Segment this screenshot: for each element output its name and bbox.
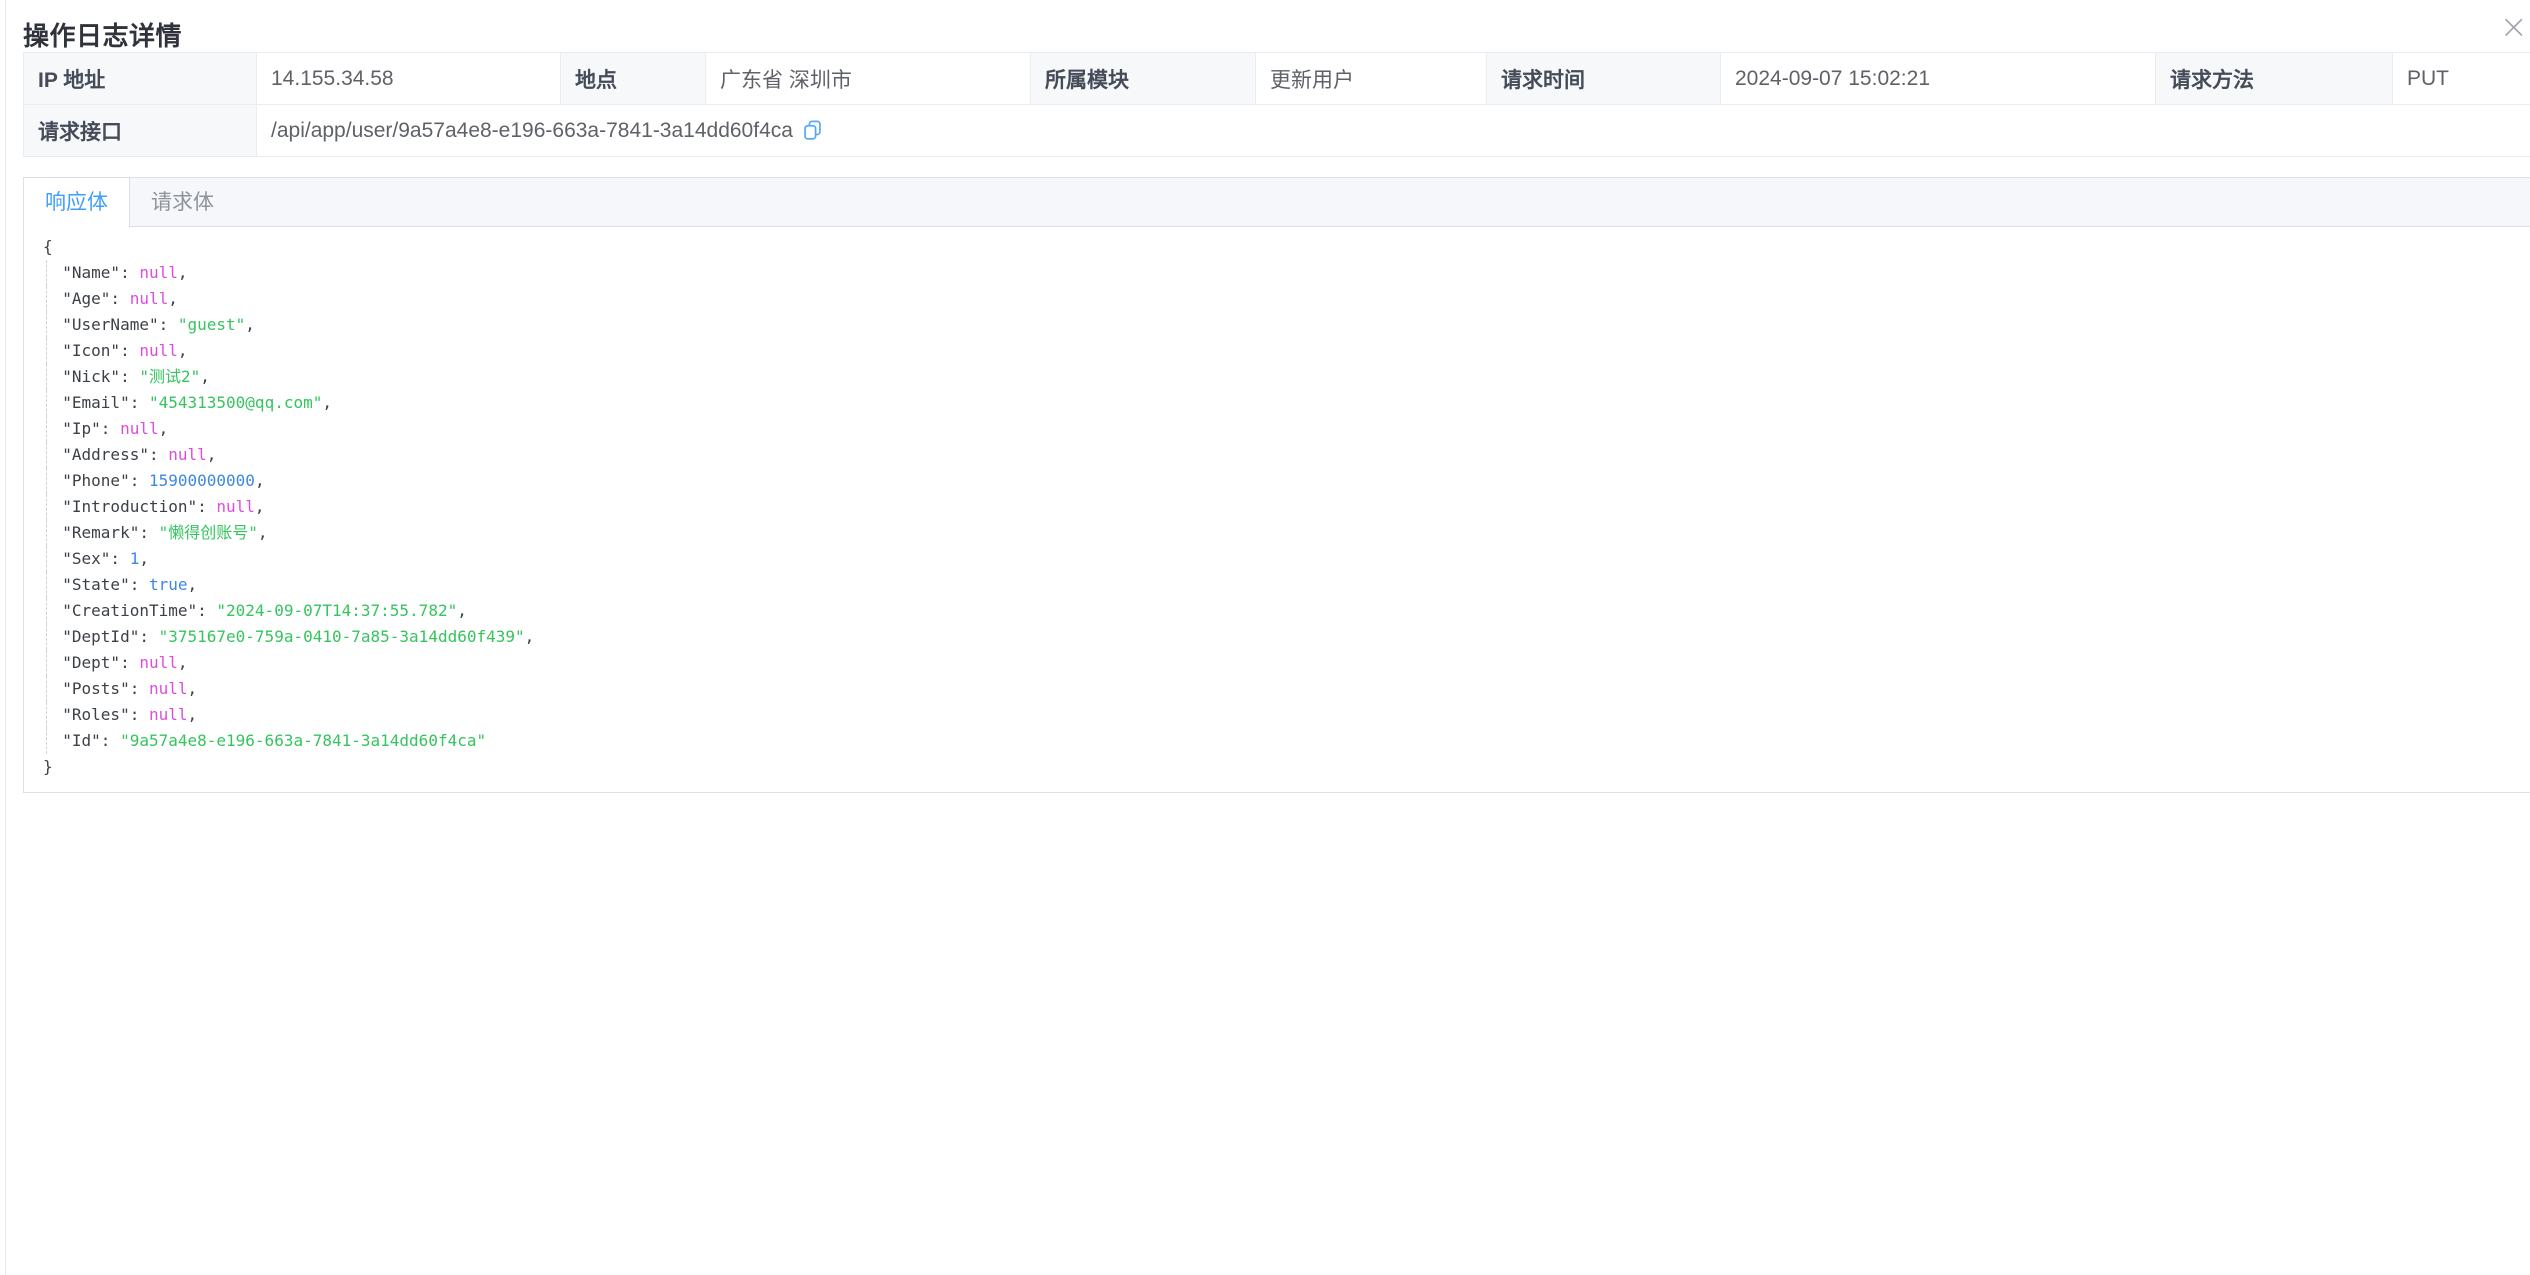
tab-request-body[interactable]: 请求体 bbox=[130, 178, 235, 227]
request-method-value: PUT bbox=[2393, 53, 2530, 105]
request-api-cell: /api/app/user/9a57a4e8-e196-663a-7841-3a… bbox=[257, 105, 2530, 157]
operation-log-detail-drawer: 操作日志详情 × IP 地址 14.155.34.58 地点 广东省 深圳市 所… bbox=[6, 0, 2530, 1275]
body-tabs-card: 响应体 请求体 { "Name": null, "Age": null, "Us… bbox=[23, 177, 2530, 793]
ip-value: 14.155.34.58 bbox=[257, 53, 561, 105]
request-api-label: 请求接口 bbox=[24, 105, 257, 157]
request-time-label: 请求时间 bbox=[1487, 53, 1721, 105]
drawer-header: 操作日志详情 × bbox=[6, 0, 2530, 52]
module-value: 更新用户 bbox=[1256, 53, 1487, 105]
request-api-value: /api/app/user/9a57a4e8-e196-663a-7841-3a… bbox=[271, 119, 793, 143]
location-value: 广东省 深圳市 bbox=[706, 53, 1031, 105]
log-descriptions-table: IP 地址 14.155.34.58 地点 广东省 深圳市 所属模块 更新用户 … bbox=[23, 52, 2530, 157]
module-label: 所属模块 bbox=[1031, 53, 1256, 105]
table-row: 请求接口 /api/app/user/9a57a4e8-e196-663a-78… bbox=[24, 105, 2530, 157]
copy-icon[interactable] bbox=[802, 119, 823, 142]
page-title: 操作日志详情 bbox=[23, 21, 182, 51]
tab-response-body[interactable]: 响应体 bbox=[24, 178, 130, 228]
json-viewer: { "Name": null, "Age": null, "UserName":… bbox=[24, 227, 2530, 792]
tabs-header: 响应体 请求体 bbox=[24, 178, 2530, 227]
close-icon[interactable]: × bbox=[2500, 10, 2529, 44]
table-row: IP 地址 14.155.34.58 地点 广东省 深圳市 所属模块 更新用户 … bbox=[24, 53, 2530, 105]
ip-label: IP 地址 bbox=[24, 53, 257, 105]
location-label: 地点 bbox=[561, 53, 706, 105]
request-time-value: 2024-09-07 15:02:21 bbox=[1721, 53, 2156, 105]
request-method-label: 请求方法 bbox=[2156, 53, 2393, 105]
